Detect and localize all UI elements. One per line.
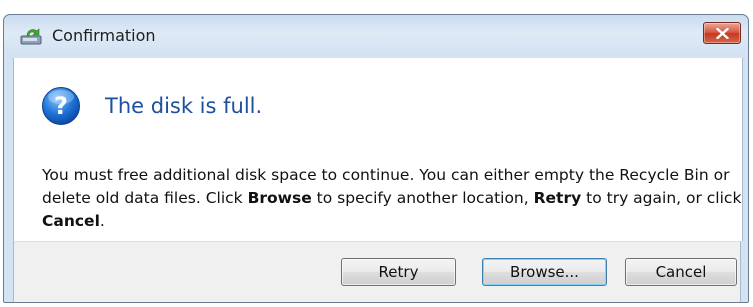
message-bold-retry: Retry: [533, 189, 582, 207]
message-text: You must free additional disk space to c…: [42, 164, 742, 233]
message-bold-cancel: Cancel: [42, 212, 100, 230]
close-icon: [716, 28, 729, 39]
cancel-button[interactable]: Cancel: [625, 258, 737, 286]
title-bar[interactable]: Confirmation: [4, 15, 748, 58]
message-part: .: [99, 212, 105, 230]
retry-button[interactable]: Retry: [341, 258, 456, 286]
button-bar: Retry Browse... Cancel: [13, 241, 741, 302]
recycle-drive-icon: [19, 27, 45, 47]
window-title: Confirmation: [52, 26, 156, 45]
message-part: to try again, or click: [581, 189, 742, 207]
confirmation-dialog: Confirmation ? The disk is full. You mus…: [3, 14, 749, 303]
browse-button[interactable]: Browse...: [482, 258, 607, 286]
content-area: ? The disk is full. You must free additi…: [13, 58, 743, 241]
question-icon: ?: [41, 86, 81, 126]
message-part: to specify another location,: [311, 189, 534, 207]
close-button[interactable]: [703, 22, 741, 44]
svg-text:?: ?: [54, 92, 68, 120]
message-bold-browse: Browse: [247, 189, 312, 207]
main-instruction: The disk is full.: [105, 94, 263, 118]
